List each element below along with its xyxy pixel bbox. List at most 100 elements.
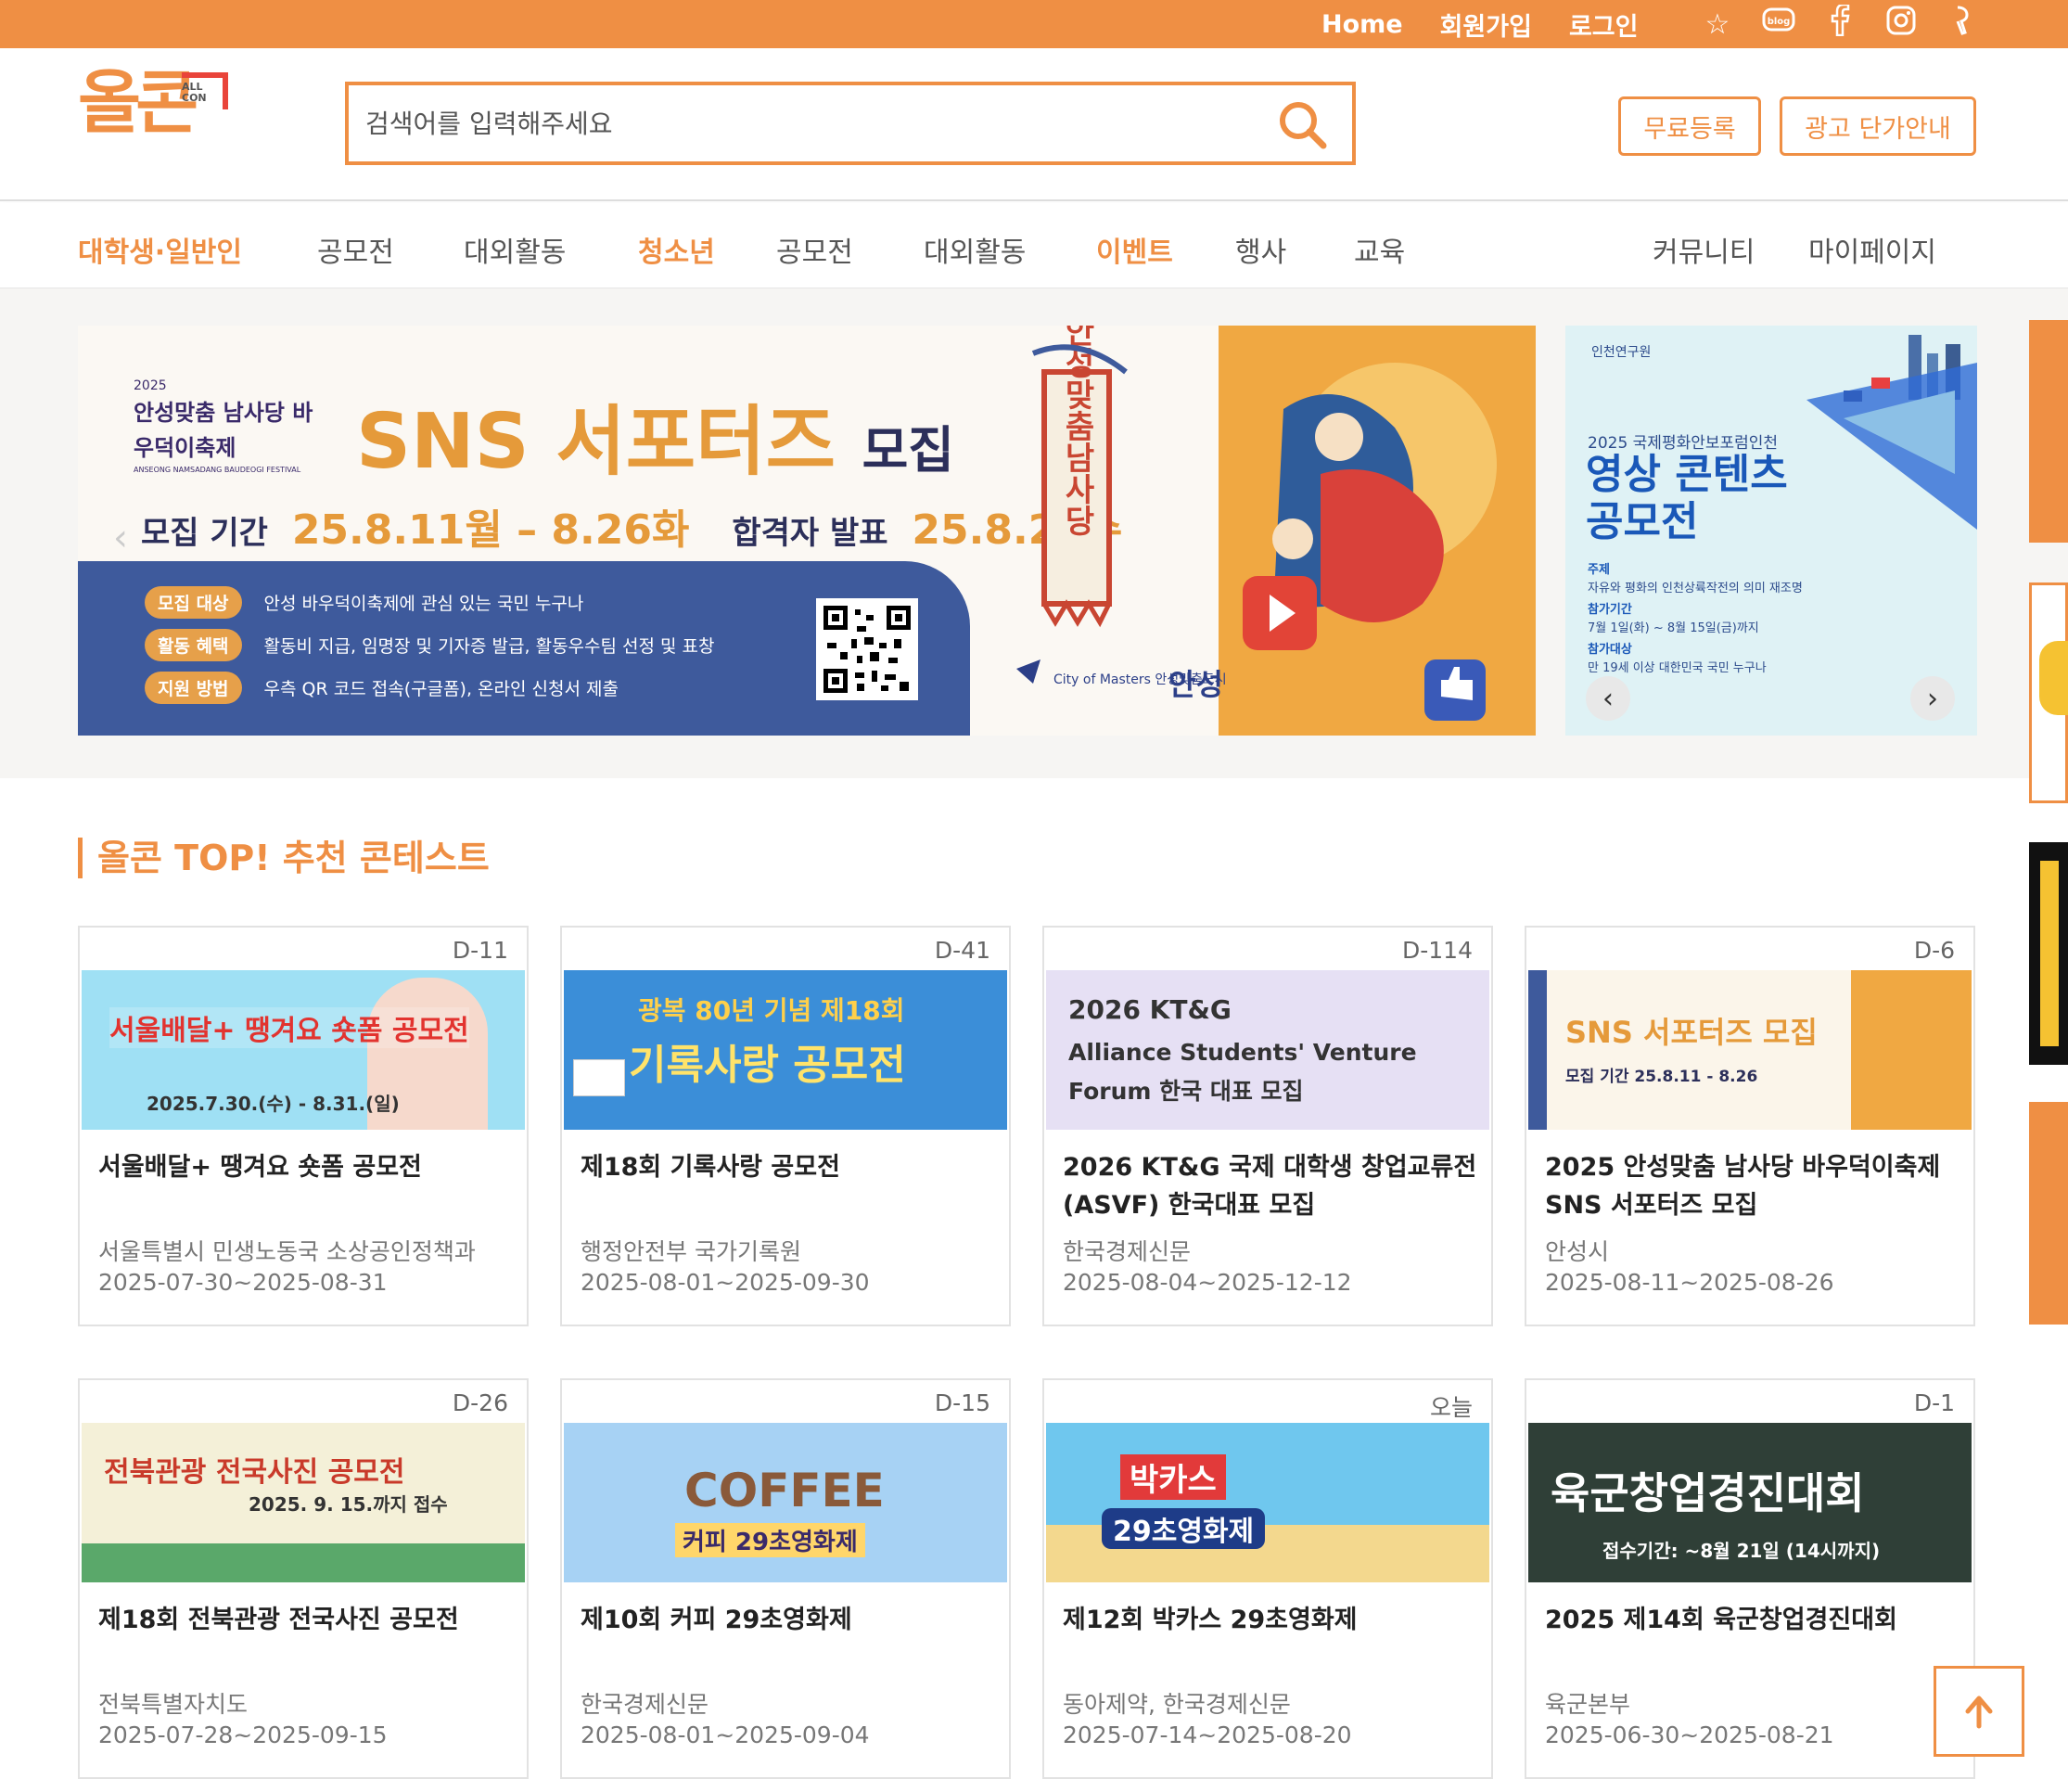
kakao-icon[interactable]: [1944, 5, 1981, 44]
contest-date: 2025-08-11~2025-08-26: [1545, 1269, 1834, 1296]
contest-date: 2025-08-01~2025-09-04: [581, 1722, 870, 1748]
ad-pricing-button[interactable]: 광고 단가안내: [1780, 96, 1976, 156]
instagram-icon[interactable]: [1883, 5, 1920, 44]
nav-education[interactable]: 교육: [1354, 229, 1405, 270]
contest-card[interactable]: D-41 광복 80년 기념 제18회 기록사랑 공모전 제18회 기록사랑 공…: [560, 926, 1011, 1326]
dday-badge: D-114: [1402, 937, 1473, 964]
contest-title[interactable]: 제18회 전북관광 전국사진 공모전: [98, 1601, 516, 1639]
dday-badge: 오늘: [1429, 1394, 1473, 1421]
banner-prev-button[interactable]: ‹: [1586, 676, 1630, 721]
nav-meetup[interactable]: 행사: [1235, 229, 1286, 270]
contest-org: 전북특별자치도: [98, 1691, 249, 1718]
scroll-to-top-button[interactable]: [1934, 1666, 2024, 1757]
contest-card[interactable]: D-26 전북관광 전국사진 공모전 2025. 9. 15.까지 접수 제18…: [78, 1378, 529, 1779]
svg-text:안성: 안성: [1168, 667, 1223, 702]
org-logo: 인천연구원: [1591, 345, 1652, 360]
contest-title[interactable]: 2025 안성맞춤 남사당 바우덕이축제 SNS 서포터즈 모집: [1545, 1148, 1962, 1224]
contest-card[interactable]: 오늘 박카스 29초영화제 제12회 박카스 29초영화제 동아제약, 한국경제…: [1042, 1378, 1493, 1779]
info-row: 모집 대상 안성 바우덕이축제에 관심 있는 국민 누구나: [145, 585, 583, 619]
side-subtitle: 2025 국제평화안보포럼인천: [1588, 434, 1779, 453]
facebook-icon[interactable]: [1821, 3, 1858, 44]
contest-thumbnail: 박카스 29초영화제: [1046, 1423, 1489, 1582]
dday-badge: D-1: [1913, 1389, 1955, 1416]
search-input[interactable]: [365, 85, 1200, 161]
thumb-landscape: [82, 1543, 525, 1582]
nav-community[interactable]: 커뮤니티: [1653, 229, 1755, 270]
contest-thumbnail: 2026 KT&G Alliance Students' Venture For…: [1046, 970, 1489, 1130]
contest-card[interactable]: D-11 서울배달+ 땡겨요 숏폼 공모전 2025.7.30.(수) - 8.…: [78, 926, 529, 1326]
arrow-up-icon: [1965, 1696, 1993, 1729]
home-link[interactable]: Home: [1321, 10, 1403, 39]
contest-org: 동아제약, 한국경제신문: [1063, 1691, 1291, 1718]
contest-card[interactable]: D-114 2026 KT&G Alliance Students' Ventu…: [1042, 926, 1493, 1326]
side-ad-1[interactable]: [2029, 320, 2068, 543]
contest-date: 2025-08-04~2025-12-12: [1063, 1269, 1352, 1296]
festival-illustration: 안성맞춤남사당 City of Masters 안성맞춤도시 안성: [1016, 326, 1536, 736]
star-icon[interactable]: ☆: [1699, 8, 1736, 41]
svg-text:blog: blog: [1768, 17, 1791, 27]
banner-dates: 모집 기간 25.8.11월 – 8.26화 합격자 발표 25.8.27수: [141, 506, 1123, 554]
contest-org: 육군본부: [1545, 1691, 1631, 1718]
contest-title[interactable]: 2026 KT&G 국제 대학생 창업교류전 (ASVF) 한국대표 모집: [1063, 1148, 1480, 1224]
top-bar: Home 회원가입 로그인 ☆ blog: [0, 0, 2068, 48]
banner-info-panel: 모집 대상 안성 바우덕이축제에 관심 있는 국민 누구나 활동 혜택 활동비 …: [78, 561, 970, 736]
nav-contest-1[interactable]: 공모전: [317, 229, 394, 270]
side-ad-4[interactable]: [2029, 1102, 2068, 1325]
contest-title[interactable]: 제18회 기록사랑 공모전: [581, 1148, 998, 1186]
contest-title[interactable]: 서울배달+ 땡겨요 숏폼 공모전: [98, 1148, 516, 1186]
contest-card[interactable]: D-15 COFFEE 커피 29초영화제 제10회 커피 29초영화제 한국경…: [560, 1378, 1011, 1779]
banner-prev-icon[interactable]: ‹: [113, 517, 150, 559]
site-logo[interactable]: 올콘 ALL CON: [78, 69, 236, 180]
contest-org: 한국경제신문: [1063, 1238, 1192, 1265]
header: 올콘 ALL CON 무료등록 광고 단가안내: [0, 48, 2068, 201]
login-link[interactable]: 로그인: [1569, 6, 1639, 43]
nav-contest-2[interactable]: 공모전: [776, 229, 853, 270]
city-skyline-illustration: [1806, 335, 1977, 530]
search-box: [345, 82, 1356, 165]
search-icon[interactable]: [1276, 98, 1328, 150]
side-ad-2[interactable]: [2029, 582, 2068, 803]
dday-badge: D-15: [934, 1389, 990, 1416]
contest-org: 행정안전부 국가기록원: [581, 1238, 801, 1265]
side-details: 주제 자유와 평화의 인천상륙작전의 의미 재조명 참가기간 7월 1일(화) …: [1588, 563, 1803, 675]
nav-youth[interactable]: 청소년: [638, 229, 715, 270]
main-nav: 대학생·일반인 공모전 대외활동 청소년 공모전 대외활동 이벤트 행사 교육 …: [0, 203, 2068, 288]
nav-mypage[interactable]: 마이페이지: [1808, 229, 1936, 270]
signup-link[interactable]: 회원가입: [1440, 6, 1532, 43]
contest-thumbnail: COFFEE 커피 29초영화제: [564, 1423, 1007, 1582]
nav-activity-2[interactable]: 대외활동: [924, 229, 1026, 270]
blog-icon[interactable]: blog: [1760, 6, 1797, 42]
nav-activity-1[interactable]: 대외활동: [464, 229, 566, 270]
contest-title[interactable]: 제12회 박카스 29초영화제: [1063, 1601, 1480, 1639]
contest-title[interactable]: 제10회 커피 29초영화제: [581, 1601, 998, 1639]
contest-date: 2025-07-30~2025-08-31: [98, 1269, 388, 1296]
contest-card[interactable]: D-6 SNS 서포터즈 모집 모집 기간 25.8.11 - 8.26 202…: [1525, 926, 1975, 1326]
free-register-button[interactable]: 무료등록: [1618, 96, 1761, 156]
nav-event[interactable]: 이벤트: [1096, 229, 1173, 270]
contest-date: 2025-07-14~2025-08-20: [1063, 1722, 1352, 1748]
contest-title[interactable]: 2025 제14회 육군창업경진대회: [1545, 1601, 1962, 1639]
banner-next-button[interactable]: ›: [1910, 676, 1955, 721]
contest-org: 안성시: [1545, 1238, 1610, 1265]
top-links: Home 회원가입 로그인: [1321, 0, 1676, 48]
side-ad-2-art: [2039, 641, 2068, 715]
main-banner[interactable]: 2025 안성맞춤 남사당 바우덕이축제 ANSEONG NAMSADANG B…: [78, 326, 1536, 736]
contest-thumbnail: 전북관광 전국사진 공모전 2025. 9. 15.까지 접수: [82, 1423, 525, 1582]
dday-badge: D-26: [452, 1389, 508, 1416]
contest-thumbnail: SNS 서포터즈 모집 모집 기간 25.8.11 - 8.26: [1528, 970, 1972, 1130]
dday-badge: D-11: [452, 937, 508, 964]
logo-badge: ALL CON: [182, 72, 228, 109]
nav-college-general[interactable]: 대학생·일반인: [78, 229, 242, 270]
info-row: 활동 혜택 활동비 지급, 임명장 및 기자증 발급, 활동우수팀 선정 및 표…: [145, 628, 715, 661]
festival-logo: 2025 안성맞춤 남사당 바우덕이축제 ANSEONG NAMSADANG B…: [134, 378, 313, 475]
social-icons: ☆ blog: [1699, 0, 2005, 48]
side-ad-3[interactable]: [2029, 842, 2068, 1065]
contest-card[interactable]: D-1 육군창업경진대회 접수기간: ~8월 21일 (14시까지) 2025 …: [1525, 1378, 1975, 1779]
side-banner[interactable]: 인천연구원 2025 국제평화안보포럼인천 영상 콘텐츠 공모전 주제 자유와 …: [1565, 326, 1977, 736]
contest-date: 2025-07-28~2025-09-15: [98, 1722, 388, 1748]
contest-date: 2025-08-01~2025-09-30: [581, 1269, 870, 1296]
dday-badge: D-41: [934, 937, 990, 964]
contest-thumbnail: 광복 80년 기념 제18회 기록사랑 공모전: [564, 970, 1007, 1130]
thumb-art: [1851, 970, 1972, 1130]
banner-title: SNS 서포터즈 모집: [356, 398, 954, 486]
